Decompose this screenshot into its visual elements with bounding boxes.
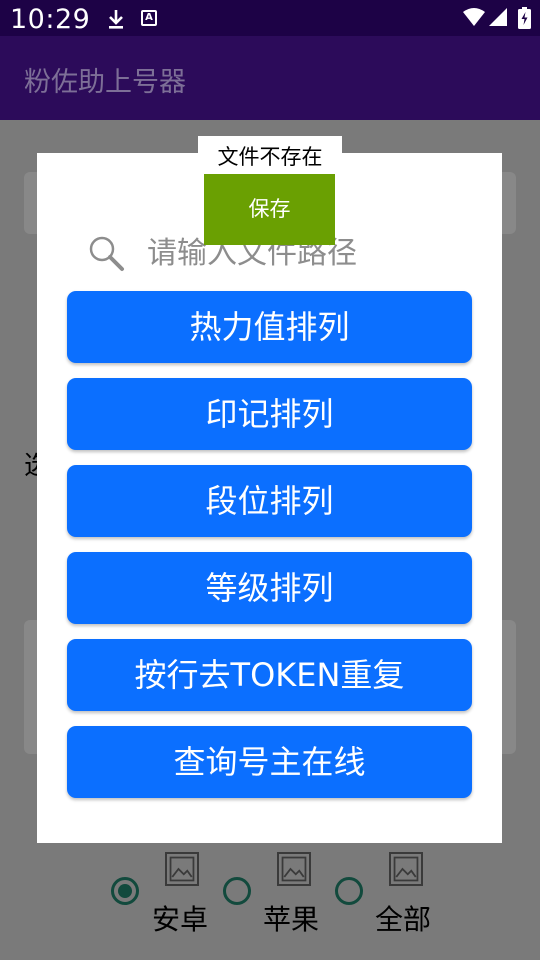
image-placeholder-icon bbox=[277, 852, 311, 886]
app-title: 粉佐助上号器 bbox=[24, 67, 186, 98]
radio-label-ios: 苹果 bbox=[263, 903, 320, 936]
dedupe-token-button[interactable]: 按行去TOKEN重复 bbox=[67, 639, 472, 711]
sort-by-heat-button[interactable]: 热力值排列 bbox=[67, 291, 472, 363]
battery-charging-icon bbox=[518, 7, 531, 29]
radio-label-android: 安卓 bbox=[152, 903, 209, 936]
radio-all[interactable] bbox=[335, 877, 363, 905]
sort-options-dialog: 热力值排列 印记排列 段位排列 等级排列 按行去TOKEN重复 查询号主在线 bbox=[37, 153, 502, 843]
save-button[interactable]: 保存 bbox=[204, 174, 335, 245]
wifi-icon bbox=[463, 8, 485, 26]
toast-message: 文件不存在 bbox=[198, 136, 342, 174]
image-placeholder-icon bbox=[165, 852, 199, 886]
query-owner-online-button[interactable]: 查询号主在线 bbox=[67, 726, 472, 798]
sort-by-level-button[interactable]: 等级排列 bbox=[67, 552, 472, 624]
app-bar: 粉佐助上号器 bbox=[0, 36, 540, 120]
radio-android[interactable] bbox=[111, 877, 139, 905]
search-icon bbox=[89, 236, 124, 271]
sort-by-mark-button[interactable]: 印记排列 bbox=[67, 378, 472, 450]
accessibility-a-icon: A bbox=[141, 10, 157, 26]
sort-by-rank-button[interactable]: 段位排列 bbox=[67, 465, 472, 537]
platform-radio-group: 安卓 苹果 全部 bbox=[0, 850, 540, 950]
clock: 10:29 bbox=[10, 4, 91, 35]
radio-label-all: 全部 bbox=[375, 903, 432, 936]
download-icon bbox=[109, 10, 123, 29]
radio-ios[interactable] bbox=[223, 877, 251, 905]
status-bar: 10:29 A bbox=[0, 0, 540, 36]
image-placeholder-icon bbox=[389, 852, 423, 886]
cell-signal-icon bbox=[489, 8, 507, 26]
